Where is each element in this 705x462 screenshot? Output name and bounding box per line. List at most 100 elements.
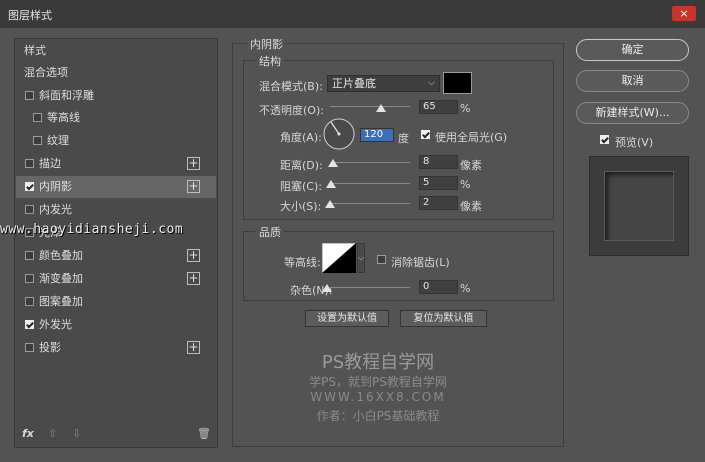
style-list-label: 渐变叠加 bbox=[39, 272, 83, 285]
trash-icon[interactable]: 🗑 bbox=[197, 427, 211, 440]
style-list-label: 斜面和浮雕 bbox=[39, 89, 94, 102]
styles-list-panel: 样式 混合选项 斜面和浮雕 等高线 纹理 描边 + 内阴影 + 内发光 光泽 颜色叠加 + 渐变叠加 + 图案… bbox=[14, 38, 218, 448]
shadow-color-swatch[interactable] bbox=[443, 72, 472, 94]
distance-slider-thumb[interactable] bbox=[328, 159, 338, 167]
style-list-item[interactable]: 图案叠加 bbox=[16, 291, 216, 313]
blend-mode-select[interactable]: 正片叠底 ⌵ bbox=[327, 75, 440, 92]
opacity-input[interactable]: 65 bbox=[419, 100, 458, 114]
preview-label: 预览(V) bbox=[615, 136, 654, 149]
choke-slider-track[interactable] bbox=[330, 183, 410, 184]
set-default-button[interactable]: 设置为默认值 bbox=[305, 310, 389, 327]
contour-preview[interactable] bbox=[322, 243, 356, 273]
style-list-item[interactable]: 描边 + bbox=[16, 153, 216, 175]
noise-slider-thumb[interactable] bbox=[322, 284, 332, 292]
watermark-line2: 学PS，就到PS教程自学网 bbox=[309, 375, 447, 389]
noise-unit: % bbox=[460, 282, 471, 295]
watermark-line1: PS教程自学网 bbox=[321, 352, 435, 373]
choke-input[interactable]: 5 bbox=[419, 176, 458, 190]
preview-checkbox[interactable] bbox=[600, 135, 609, 144]
style-preview-swatch bbox=[604, 171, 674, 241]
blend-mode-value: 正片叠底 bbox=[332, 77, 376, 90]
add-effect-icon[interactable]: + bbox=[187, 249, 200, 262]
style-list-item[interactable]: 内发光 bbox=[16, 199, 216, 221]
move-down-icon[interactable]: ⇩ bbox=[72, 427, 81, 440]
style-list-label: 投影 bbox=[39, 341, 61, 354]
opacity-unit: % bbox=[460, 102, 471, 115]
style-list-label: 图案叠加 bbox=[39, 295, 83, 308]
contour-dropdown-chevron-icon[interactable]: ⌵ bbox=[357, 243, 365, 273]
quality-title: 品质 bbox=[256, 224, 284, 240]
title-bar bbox=[0, 0, 705, 28]
angle-label: 角度(A): bbox=[280, 131, 322, 144]
style-checkbox[interactable] bbox=[25, 159, 34, 168]
noise-input[interactable]: 0 bbox=[419, 280, 458, 294]
style-list-item[interactable]: 样式 bbox=[16, 40, 216, 62]
blend-mode-label: 混合模式(B): bbox=[259, 80, 323, 93]
opacity-slider-thumb[interactable] bbox=[376, 104, 386, 112]
style-list-label: 纹理 bbox=[47, 134, 69, 147]
distance-unit: 像素 bbox=[460, 159, 482, 172]
opacity-slider-track[interactable] bbox=[330, 106, 410, 107]
choke-slider-thumb[interactable] bbox=[326, 180, 336, 188]
global-light-label: 使用全局光(G) bbox=[435, 131, 508, 144]
angle-dial[interactable] bbox=[322, 117, 356, 151]
style-checkbox[interactable] bbox=[25, 91, 34, 100]
contour-label: 等高线: bbox=[284, 256, 321, 269]
style-checkbox[interactable] bbox=[25, 297, 34, 306]
distance-input[interactable]: 8 bbox=[419, 155, 458, 169]
size-slider-thumb[interactable] bbox=[325, 200, 335, 208]
distance-slider-track[interactable] bbox=[330, 162, 410, 163]
style-list-item[interactable]: 外发光 bbox=[16, 314, 216, 336]
style-checkbox[interactable] bbox=[25, 182, 34, 191]
ok-button[interactable]: 确定 bbox=[576, 39, 689, 61]
choke-label: 阻塞(C): bbox=[280, 180, 322, 193]
style-checkbox[interactable] bbox=[33, 136, 42, 145]
angle-input[interactable]: 120 bbox=[360, 128, 394, 142]
size-input[interactable]: 2 bbox=[419, 196, 458, 210]
style-checkbox[interactable] bbox=[25, 205, 34, 214]
style-list-label: 内阴影 bbox=[39, 180, 72, 193]
cancel-button[interactable]: 取消 bbox=[576, 70, 689, 92]
style-list-item[interactable]: 投影 + bbox=[16, 337, 216, 359]
style-checkbox[interactable] bbox=[25, 251, 34, 260]
style-list-item[interactable]: 纹理 bbox=[16, 130, 216, 152]
style-list-item[interactable]: 颜色叠加 + bbox=[16, 245, 216, 267]
antialias-checkbox[interactable] bbox=[377, 255, 386, 264]
move-up-icon[interactable]: ⇧ bbox=[48, 427, 57, 440]
watermark-site: www.haoyidiansheji.com bbox=[0, 222, 184, 237]
size-label: 大小(S): bbox=[280, 200, 322, 213]
style-preview bbox=[589, 156, 689, 256]
angle-unit: 度 bbox=[398, 132, 409, 145]
style-list-item[interactable]: 斜面和浮雕 bbox=[16, 85, 216, 107]
noise-slider-track[interactable] bbox=[330, 287, 410, 288]
style-list-item[interactable]: 混合选项 bbox=[16, 62, 216, 84]
style-list-item[interactable]: 等高线 bbox=[16, 107, 216, 129]
add-effect-icon[interactable]: + bbox=[187, 180, 200, 193]
watermark-line3: WWW.16XX8.COM bbox=[310, 390, 446, 404]
style-list-item[interactable]: 渐变叠加 + bbox=[16, 268, 216, 290]
chevron-down-icon: ⌵ bbox=[428, 78, 435, 88]
style-checkbox[interactable] bbox=[25, 274, 34, 283]
add-effect-icon[interactable]: + bbox=[187, 272, 200, 285]
style-checkbox[interactable] bbox=[33, 113, 42, 122]
global-light-checkbox[interactable] bbox=[421, 130, 430, 139]
style-list-label: 描边 bbox=[39, 157, 61, 170]
distance-label: 距离(D): bbox=[280, 159, 323, 172]
watermark-line4: 作者：小白PS基础教程 bbox=[316, 409, 440, 423]
style-checkbox[interactable] bbox=[25, 343, 34, 352]
add-effect-icon[interactable]: + bbox=[187, 341, 200, 354]
reset-default-button[interactable]: 复位为默认值 bbox=[400, 310, 487, 327]
close-button[interactable]: × bbox=[672, 6, 696, 21]
structure-title: 结构 bbox=[256, 53, 284, 69]
size-slider-track[interactable] bbox=[330, 203, 410, 204]
add-effect-icon[interactable]: + bbox=[187, 157, 200, 170]
style-list-label: 混合选项 bbox=[24, 66, 68, 79]
style-list-label: 内发光 bbox=[39, 203, 72, 216]
choke-unit: % bbox=[460, 178, 471, 191]
style-list-label: 颜色叠加 bbox=[39, 249, 83, 262]
style-list-label: 样式 bbox=[24, 44, 46, 57]
new-style-button[interactable]: 新建样式(W)... bbox=[576, 102, 689, 124]
style-checkbox[interactable] bbox=[25, 320, 34, 329]
style-list-item[interactable]: 内阴影 + bbox=[16, 176, 216, 198]
fx-icon[interactable]: fx bbox=[22, 427, 34, 440]
